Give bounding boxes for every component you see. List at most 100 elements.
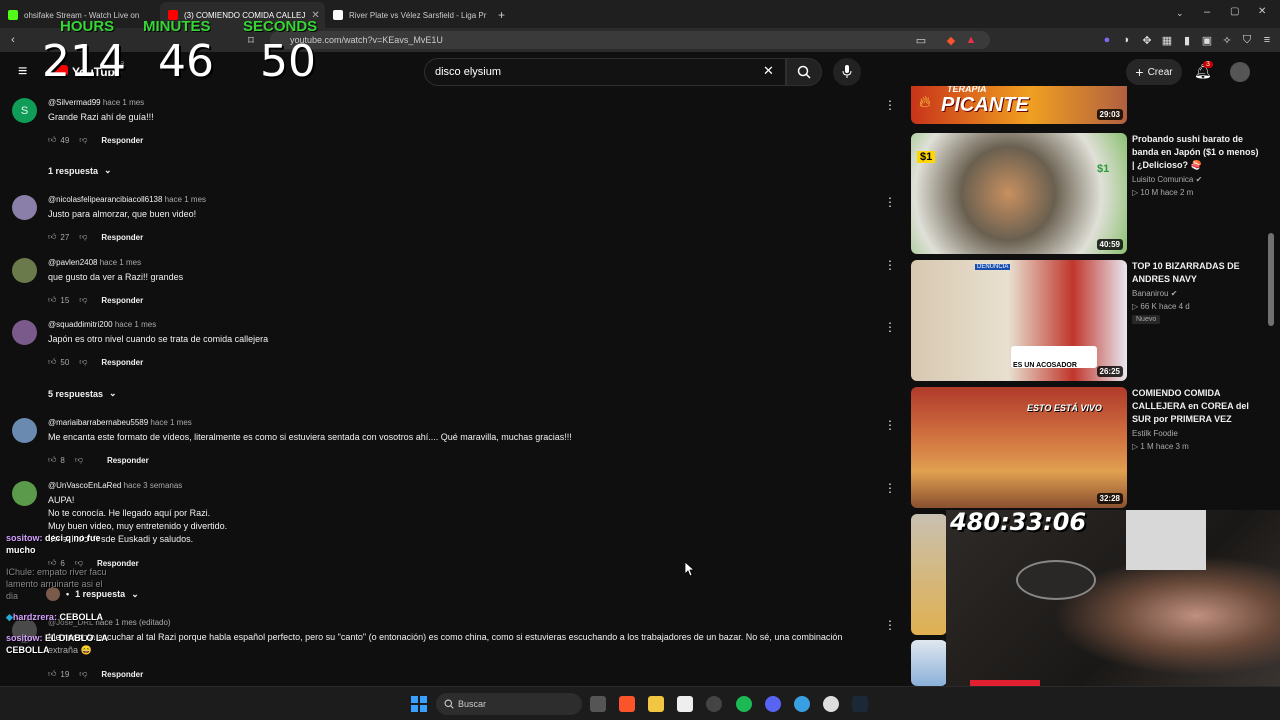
cast-icon[interactable]: ▭ — [914, 33, 928, 47]
commenter-avatar[interactable]: S — [12, 98, 37, 123]
reply-button[interactable]: Responder — [107, 456, 149, 465]
dislike-icon[interactable]: 👎︎ — [79, 357, 87, 367]
channel-name[interactable]: Bananirou ✔︎ — [1132, 289, 1177, 298]
vpn-icon[interactable]: ▦ — [1160, 33, 1174, 47]
like-icon[interactable]: 👍︎ — [48, 357, 56, 367]
capcut-icon[interactable] — [677, 696, 693, 712]
related-video[interactable]: $1 $1 40:59 Probando sushi barato de ban… — [911, 133, 1259, 255]
dislike-icon[interactable]: 👎︎ — [75, 455, 83, 465]
video-thumbnail[interactable]: TERAPIA PICANTE 🔥︎ 29:03 — [911, 86, 1127, 124]
video-title[interactable]: TOP 10 BIZARRADAS DE ANDRES NAVY — [1132, 260, 1262, 286]
search-input[interactable]: disco elysium ✕ — [424, 58, 786, 86]
menu-icon[interactable]: ≡ — [1260, 33, 1274, 47]
chat-message: sositow: deci q no fue — [6, 533, 101, 543]
comment-author[interactable]: @nicolasfelipearancibiacoll6138 — [48, 195, 162, 204]
related-video[interactable]: ESTO ESTÁ VIVO 32:28 COMIENDO COMIDA CAL… — [911, 387, 1251, 509]
tab-search-icon[interactable]: ⌄ — [1176, 8, 1184, 19]
channel-name[interactable]: Luisito Comunica ✔︎ — [1132, 175, 1202, 184]
reply-button[interactable]: Responder — [101, 670, 143, 679]
like-icon[interactable]: 👍︎ — [48, 669, 56, 679]
comment-author[interactable]: @squaddimitri200 — [48, 320, 113, 329]
spotify-icon[interactable] — [736, 696, 752, 712]
comment-header: @mariaibarrabernabeu5589 hace 1 mes — [48, 418, 192, 427]
commenter-avatar[interactable] — [12, 320, 37, 345]
comment-author[interactable]: @UnVascoEnLaRed — [48, 481, 121, 490]
commenter-avatar[interactable] — [12, 195, 37, 220]
more-options-icon[interactable]: ⋮ — [884, 618, 896, 632]
brave-rewards-icon[interactable]: ▲ — [964, 33, 978, 47]
replies-toggle[interactable]: 5 respuestas ⌄ — [48, 388, 117, 399]
like-icon[interactable]: 👍︎ — [48, 455, 56, 465]
windows-start-icon[interactable] — [411, 696, 427, 712]
create-button[interactable]: + Crear — [1126, 59, 1182, 85]
comment-author[interactable]: @mariaibarrabernabeu5589 — [48, 418, 148, 427]
more-options-icon[interactable]: ⋮ — [884, 481, 896, 495]
dislike-icon[interactable]: 👎︎ — [79, 135, 87, 145]
background-shirt — [1126, 510, 1206, 570]
comment-author[interactable]: @pavlen2408 — [48, 258, 98, 267]
sidebar-icon[interactable]: ▮ — [1180, 33, 1194, 47]
more-options-icon[interactable]: ⋮ — [884, 98, 896, 112]
puzzle-icon[interactable]: ✥ — [1140, 33, 1154, 47]
dislike-icon[interactable]: 👎︎ — [79, 232, 87, 242]
minimize-icon[interactable]: – — [1204, 6, 1210, 18]
dislike-icon[interactable]: 👎︎ — [79, 295, 87, 305]
reply-button[interactable]: Responder — [101, 296, 143, 305]
url-input[interactable]: youtube.com/watch?v=KEavs_MvE1U — [270, 31, 990, 49]
video-thumbnail[interactable]: $1 $1 40:59 — [911, 133, 1127, 254]
video-title[interactable]: COMIENDO COMIDA CALLEJERA en COREA del S… — [1132, 387, 1262, 426]
search-icon — [797, 65, 811, 79]
commenter-avatar[interactable] — [12, 481, 37, 506]
more-options-icon[interactable]: ⋮ — [884, 258, 896, 272]
maximize-icon[interactable]: ▢ — [1230, 6, 1239, 17]
voice-search-button[interactable] — [833, 58, 861, 86]
video-thumbnail[interactable] — [911, 640, 947, 686]
reply-button[interactable]: Responder — [101, 233, 143, 242]
dislike-icon[interactable]: 👎︎ — [79, 669, 87, 679]
audio-icon[interactable]: ◗ — [1120, 33, 1134, 47]
related-video[interactable]: TERAPIA PICANTE 🔥︎ 29:03 — [911, 86, 1251, 128]
app-icon[interactable] — [794, 696, 810, 712]
channel-name[interactable]: Estilk Foodie — [1132, 429, 1178, 438]
obs-icon[interactable] — [706, 696, 722, 712]
video-thumbnail[interactable]: DENUNCIA ES UN ACOSADOR 26:25 — [911, 260, 1127, 381]
video-title[interactable]: Probando sushi barato de banda en Japón … — [1132, 133, 1262, 172]
file-explorer-icon[interactable] — [648, 696, 664, 712]
search-button[interactable] — [786, 58, 822, 86]
stream-timer-overlay: HOURS MINUTES SECONDS 214 46 50 — [0, 18, 320, 88]
video-thumbnail[interactable]: ESTO ESTÁ VIVO 32:28 — [911, 387, 1127, 508]
leo-icon[interactable]: ✧ — [1220, 33, 1234, 47]
avatar[interactable] — [1230, 62, 1250, 82]
related-video[interactable]: DENUNCIA ES UN ACOSADOR 26:25 TOP 10 BIZ… — [911, 260, 1251, 382]
microphone-icon — [842, 65, 852, 78]
like-icon[interactable]: 👍︎ — [48, 232, 56, 242]
like-icon[interactable]: 👍︎ — [48, 295, 56, 305]
wallet-icon[interactable]: ▣ — [1200, 33, 1214, 47]
page-scrollbar[interactable] — [1268, 233, 1274, 326]
more-options-icon[interactable]: ⋮ — [884, 418, 896, 432]
reply-button[interactable]: Responder — [101, 136, 143, 145]
comment-author[interactable]: @Silvermad99 — [48, 98, 101, 107]
task-view-icon[interactable] — [590, 696, 606, 712]
tab-river-plate[interactable]: River Plate vs Vélez Sarsfield - Liga Pr — [325, 2, 490, 28]
like-icon[interactable]: 👍︎ — [48, 135, 56, 145]
steam-icon[interactable] — [852, 696, 868, 712]
shield-icon[interactable]: ⛉ — [1240, 33, 1254, 47]
more-options-icon[interactable]: ⋮ — [884, 195, 896, 209]
new-tab-button[interactable]: + — [490, 2, 510, 28]
replies-toggle[interactable]: 1 respuesta ⌄ — [48, 165, 112, 176]
clear-search-icon[interactable]: ✕ — [763, 63, 774, 79]
brave-shield-icon[interactable]: ◆ — [944, 33, 958, 47]
close-window-icon[interactable]: ✕ — [1258, 6, 1266, 17]
video-thumbnail[interactable] — [911, 514, 947, 635]
video-meta: ▷ 10 M hace 2 m — [1132, 188, 1194, 197]
discord-icon[interactable] — [765, 696, 781, 712]
extension-icon[interactable]: ● — [1100, 33, 1114, 47]
taskbar-search[interactable]: Buscar — [436, 693, 582, 715]
more-options-icon[interactable]: ⋮ — [884, 320, 896, 334]
reply-button[interactable]: Responder — [101, 358, 143, 367]
brave-icon[interactable] — [619, 696, 635, 712]
commenter-avatar[interactable] — [12, 418, 37, 443]
commenter-avatar[interactable] — [12, 258, 37, 283]
skull-app-icon[interactable] — [823, 696, 839, 712]
